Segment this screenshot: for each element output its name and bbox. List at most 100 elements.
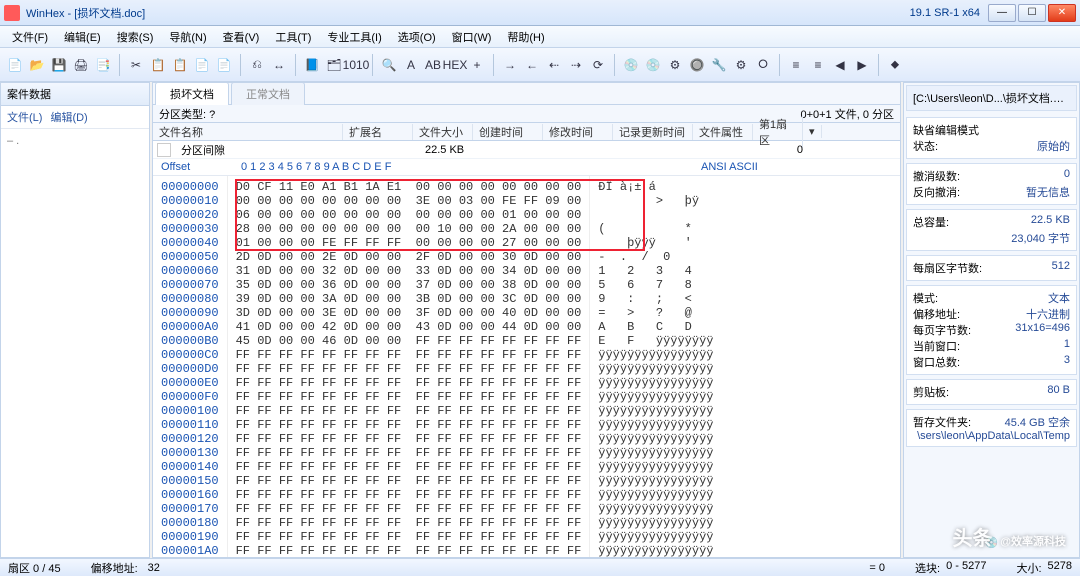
menu-item[interactable]: 导航(N) xyxy=(163,27,212,47)
toolbar-button[interactable]: 🔧 xyxy=(710,56,728,74)
info-row: 当前窗口:1 xyxy=(913,338,1070,354)
col-ctime[interactable]: 创建时间 xyxy=(473,124,543,140)
menu-item[interactable]: 选项(O) xyxy=(392,27,442,47)
right-panel: [C:\Users\leon\D...\损坏文档.doc 缺省编辑模式状态:原始… xyxy=(903,82,1080,558)
disk-icon: 💿 xyxy=(906,530,1077,555)
toolbar-button[interactable]: ▶ xyxy=(853,56,871,74)
toolbar-button[interactable]: 1010 xyxy=(347,56,365,74)
file-row[interactable]: 分区间隙 22.5 KB 0 xyxy=(153,141,900,159)
offset-column: 00000000 00000010 00000020 00000030 0000… xyxy=(153,176,228,557)
toolbar-button[interactable]: A xyxy=(402,56,420,74)
toolbar-button[interactable]: ⭘ xyxy=(754,56,772,74)
file-name: 分区间隙 xyxy=(175,142,349,158)
toolbar-button[interactable]: 🖨 xyxy=(72,56,90,74)
info-row: 每扇区字节数:512 xyxy=(913,260,1070,276)
separator xyxy=(614,54,615,76)
menu-bar: 文件(F)编辑(E)搜索(S)导航(N)查看(V)工具(T)专业工具(I)选项(… xyxy=(0,26,1080,48)
ascii-column[interactable]: ÐÏ à¡± á > þÿ ( * þÿÿÿ ' - . / 0 1 2 3 4… xyxy=(590,176,721,557)
info-row: 反向撤消:暂无信息 xyxy=(913,184,1070,200)
toolbar-button[interactable]: 📋 xyxy=(171,56,189,74)
version-label: 19.1 SR-1 x64 xyxy=(910,7,980,19)
toolbar-button[interactable]: ⚙ xyxy=(666,56,684,74)
menu-item[interactable]: 专业工具(I) xyxy=(321,27,387,47)
toolbar-button[interactable]: ≡ xyxy=(787,56,805,74)
col-rtime[interactable]: 记录更新时间 xyxy=(613,124,693,140)
toolbar-button[interactable]: 💾 xyxy=(50,56,68,74)
menu-item[interactable]: 文件(F) xyxy=(6,27,54,47)
toolbar-button[interactable]: 💿 xyxy=(622,56,640,74)
toolbar-button[interactable]: 📋 xyxy=(149,56,167,74)
file-size: 22.5 KB xyxy=(419,144,479,156)
toolbar-button[interactable]: ← xyxy=(523,56,541,74)
toolbar-button[interactable]: 📂 xyxy=(28,56,46,74)
tab-active[interactable]: 损坏文档 xyxy=(155,82,229,105)
toolbar-button[interactable]: ≡ xyxy=(809,56,827,74)
hex-area[interactable]: 00000000 00000010 00000020 00000030 0000… xyxy=(153,176,900,557)
info-row: 撤消级数:0 xyxy=(913,168,1070,184)
close-button[interactable]: ✕ xyxy=(1048,4,1076,22)
separator xyxy=(119,54,120,76)
toolbar-button[interactable]: ⇠ xyxy=(545,56,563,74)
info-clipboard: 剪贴板:80 B xyxy=(906,379,1077,405)
toolbar-button[interactable]: ⇢ xyxy=(567,56,585,74)
maximize-button[interactable]: ☐ xyxy=(1018,4,1046,22)
menu-item[interactable]: 搜索(S) xyxy=(111,27,160,47)
menu-item[interactable]: 窗口(W) xyxy=(446,27,498,47)
toolbar-button[interactable]: ⎌ xyxy=(248,56,266,74)
toolbar-button[interactable]: 🔘 xyxy=(688,56,706,74)
status-sel-value: 0 - 5277 xyxy=(946,560,986,576)
toolbar-button[interactable]: 📄 xyxy=(193,56,211,74)
tab-inactive[interactable]: 正常文档 xyxy=(231,82,305,105)
minimize-button[interactable]: — xyxy=(988,4,1016,22)
toolbar-button[interactable]: ◀ xyxy=(831,56,849,74)
col-more-icon[interactable]: ▾ xyxy=(803,125,822,138)
separator xyxy=(878,54,879,76)
toolbar-button[interactable]: 💿 xyxy=(644,56,662,74)
menu-item[interactable]: 工具(T) xyxy=(269,27,317,47)
toolbar-button[interactable]: ⚙ xyxy=(732,56,750,74)
toolbar-button[interactable]: AB xyxy=(424,56,442,74)
toolbar-button[interactable]: 📑 xyxy=(94,56,112,74)
toolbar-button[interactable]: 📄 xyxy=(6,56,24,74)
toolbar: 📄📂💾🖨📑✂📋📋📄📄⎌↔📘🗂1010🔍AABHEX+→←⇠⇢⟳💿💿⚙🔘🔧⚙⭘≡≡… xyxy=(0,48,1080,82)
toolbar-button[interactable]: 📘 xyxy=(303,56,321,74)
col-name[interactable]: 文件名称 xyxy=(153,124,343,140)
toolbar-button[interactable]: HEX xyxy=(446,56,464,74)
toolbar-button[interactable]: + xyxy=(468,56,486,74)
toolbar-button[interactable]: ⟳ xyxy=(589,56,607,74)
partition-label: 分区类型: xyxy=(159,109,206,121)
file-count: 0+0+1 文件, 0 分区 xyxy=(800,106,894,122)
toolbar-button[interactable]: ⬥ xyxy=(886,56,904,74)
status-sel-label: 选块: xyxy=(915,560,940,576)
toolbar-button[interactable]: 📄 xyxy=(215,56,233,74)
status-sector: 扇区 0 / 45 xyxy=(8,560,61,576)
toolbar-button[interactable]: ✂ xyxy=(127,56,145,74)
hdr-ascii: ANSI ASCII xyxy=(701,161,758,173)
left-panel-tabs: 文件(L) 编辑(D) xyxy=(1,106,149,129)
toolbar-button[interactable]: 🗂 xyxy=(325,56,343,74)
menu-item[interactable]: 编辑(E) xyxy=(58,27,107,47)
col-attr[interactable]: 文件属性 xyxy=(693,124,753,140)
left-tab-edit[interactable]: 编辑(D) xyxy=(50,109,87,125)
info-capacity: 总容量:22.5 KB23,040 字节 xyxy=(906,209,1077,251)
info-row: 状态:原始的 xyxy=(913,138,1070,154)
left-panel-title: 案件数据 xyxy=(1,83,149,106)
info-row: 剪贴板:80 B xyxy=(913,384,1070,400)
separator xyxy=(240,54,241,76)
file-list-header: 文件名称 扩展名 文件大小 创建时间 修改时间 记录更新时间 文件属性 第1扇区… xyxy=(153,123,900,141)
col-mtime[interactable]: 修改时间 xyxy=(543,124,613,140)
col-size[interactable]: 文件大小 xyxy=(413,124,473,140)
col-ext[interactable]: 扩展名 xyxy=(343,124,413,140)
menu-item[interactable]: 帮助(H) xyxy=(501,27,550,47)
info-row: 总容量:22.5 KB xyxy=(913,214,1070,230)
window-title: WinHex - [损坏文档.doc] xyxy=(26,5,910,21)
bytes-column[interactable]: D0 CF 11 E0 A1 B1 1A E1 00 00 00 00 00 0… xyxy=(228,176,591,557)
toolbar-button[interactable]: ↔ xyxy=(270,56,288,74)
toolbar-button[interactable]: → xyxy=(501,56,519,74)
menu-item[interactable]: 查看(V) xyxy=(217,27,266,47)
file-icon xyxy=(157,143,171,157)
left-tab-file[interactable]: 文件(L) xyxy=(7,109,42,125)
left-panel: 案件数据 文件(L) 编辑(D) – . xyxy=(0,82,150,558)
separator xyxy=(372,54,373,76)
toolbar-button[interactable]: 🔍 xyxy=(380,56,398,74)
